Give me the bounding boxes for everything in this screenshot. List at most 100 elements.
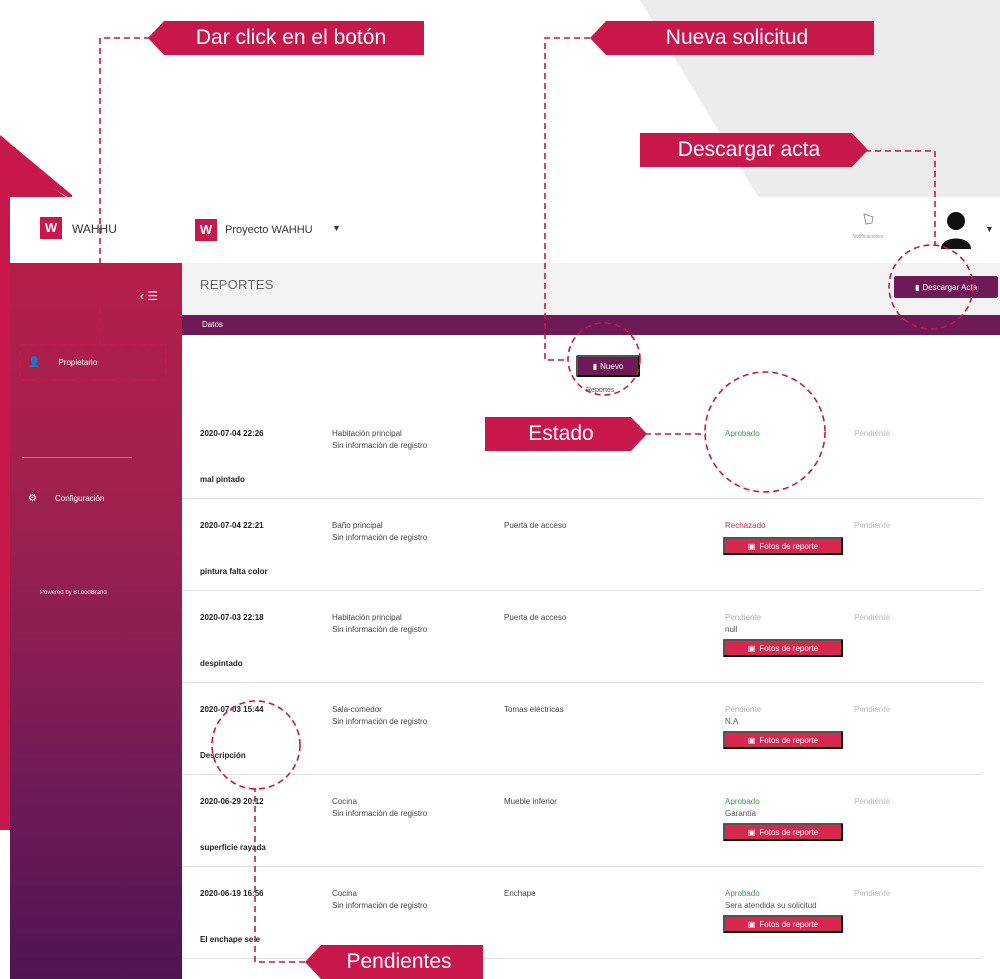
annotation-status-text: Estado [528,422,594,445]
report-date: 2020-07-04 22:21 [200,521,264,530]
table-row: 2020-07-04 22:21 Baño principal Sin info… [182,499,982,591]
report-room: Baño principal [332,521,383,530]
annotation-new-request: Nueva solicitud [590,21,874,55]
report-date: 2020-07-03 15:44 [200,705,264,714]
avatar-chevron-down-icon[interactable]: ▼ [985,224,994,234]
image-icon: ▣ [747,827,756,837]
report-item: Puerta de acceso [504,613,567,622]
report-photos-label: Fotos de reporte [759,827,819,837]
report-room: Habitación principal [332,429,402,438]
report-item: Enchape [504,889,536,898]
image-icon: ▣ [747,643,756,653]
report-item: Mueble inferior [504,797,557,806]
data-panel: Datos ▮ Nuevo Reportes 2020-07-04 22:26 … [182,315,1000,979]
report-date: 2020-07-03 22:18 [200,613,264,622]
new-request-button[interactable]: ▮ Nuevo [576,355,640,377]
report-note: N.A [725,717,739,726]
report-description: despintado [200,659,243,668]
report-photos-button[interactable]: ▣ Fotos de reporte [723,731,843,749]
annotation-pending-text: Pendientes [346,950,452,973]
report-note: Garantía [725,809,757,818]
report-info: Sin información de registro [332,441,428,450]
gear-icon: ⚙ [28,493,37,504]
report-status: Rechazado [725,521,766,530]
file-icon: ▮ [914,282,920,292]
report-date: 2020-07-04 22:26 [200,429,264,438]
report-date: 2020-06-19 16:56 [200,889,264,898]
top-bar: W WAHHU W Proyecto WAHHU ▼ Notificacione… [10,197,1000,263]
report-pending: Pendiente [854,797,891,806]
report-photos-label: Fotos de reporte [759,919,819,929]
report-note: Sera atendida su solicitud [725,901,817,910]
report-info: Sin información de registro [332,809,428,818]
report-item: Tomas eléctricas [504,705,564,714]
report-pending: Pendiente [854,429,891,438]
report-description: pintura falta color [200,567,268,576]
report-info: Sin información de registro [332,901,428,910]
table-row: 2020-07-03 15:44 Sala-comedor Sin inform… [182,683,982,775]
report-status: Pendiente [725,613,762,622]
image-icon: ▣ [747,541,756,551]
panel-header: Datos [182,315,1000,335]
user-avatar-icon[interactable] [938,209,974,249]
wahhu-logo-icon: W [40,217,62,239]
download-acta-button[interactable]: ▮ Descargar Acta [894,276,998,298]
report-info: Sin información de registro [332,625,428,634]
download-acta-label: Descargar Acta [922,282,978,292]
table-row: 2020-06-29 20:12 Cocina Sin información … [182,775,982,867]
chevron-down-icon[interactable]: ▼ [332,223,341,233]
main-content: REPORTES ▮ Descargar Acta Datos ▮ Nuevo … [182,263,1000,979]
report-pending: Pendiente [854,705,891,714]
report-photos-label: Fotos de reporte [759,643,819,653]
report-photos-button[interactable]: ▣ Fotos de reporte [723,639,843,657]
report-info: Sin información de registro [332,533,428,542]
report-status: Aprobado [725,429,760,438]
sidebar: ‹ ☰ 👤 Propietario ⚙ Configuración Powere… [10,263,182,979]
report-description: Descripción [200,751,246,760]
image-icon: ▣ [747,919,756,929]
report-photos-label: Fotos de reporte [759,735,819,745]
report-pending: Pendiente [854,889,891,898]
annotation-download-acta: Descargar acta [640,133,868,167]
page-title: REPORTES [200,277,274,292]
sidebar-item-propietario[interactable]: 👤 Propietario [28,357,97,368]
report-room: Habitación principal [332,613,402,622]
annotation-status: Estado [485,417,647,451]
report-photos-button[interactable]: ▣ Fotos de reporte [723,823,843,841]
sidebar-item-configuracion[interactable]: ⚙ Configuración [28,493,104,504]
powered-by-text: Powered by BLoodBrand [40,590,107,596]
report-photos-button[interactable]: ▣ Fotos de reporte [723,537,843,555]
user-icon: 👤 [28,357,41,368]
table-row: 2020-07-03 22:18 Habitación principal Si… [182,591,982,683]
sidebar-item-label: Configuración [54,494,105,503]
bell-icon [863,213,874,225]
report-item: Puerta de acceso [504,521,567,530]
notifications-label: Notificaciones [852,234,884,240]
report-status: Pendiente [725,705,762,714]
report-pending: Pendiente [854,613,891,622]
report-room: Cocina [332,797,357,806]
brand-name: WAHHU [72,222,117,236]
report-note: null [725,625,738,634]
report-description: mal pintado [200,475,245,484]
annotation-pending: Pendientes [305,945,483,979]
project-logo-icon: W [195,219,217,241]
report-status: Aprobado [725,797,760,806]
annotation-new-text: Nueva solicitud [665,26,809,49]
annotation-download-text: Descargar acta [677,138,821,161]
report-photos-label: Fotos de reporte [759,541,819,551]
report-photos-button[interactable]: ▣ Fotos de reporte [723,915,843,933]
report-description: superficie rayada [200,843,266,852]
report-room: Sala-comedor [332,705,382,714]
app-window: W WAHHU W Proyecto WAHHU ▼ Notificacione… [10,197,1000,979]
image-icon: ▣ [747,735,756,745]
report-room: Cocina [332,889,357,898]
report-info: Sin información de registro [332,717,428,726]
project-selector[interactable]: Proyecto WAHHU [225,224,313,236]
report-description: El enchape se e [200,935,261,944]
new-request-label: Nuevo [600,361,624,371]
sidebar-divider [22,457,132,458]
notifications-button[interactable]: Notificaciones [848,211,888,247]
sidebar-item-label: Propietario [58,358,98,367]
menu-toggle-icon[interactable]: ‹ ☰ [140,289,158,303]
